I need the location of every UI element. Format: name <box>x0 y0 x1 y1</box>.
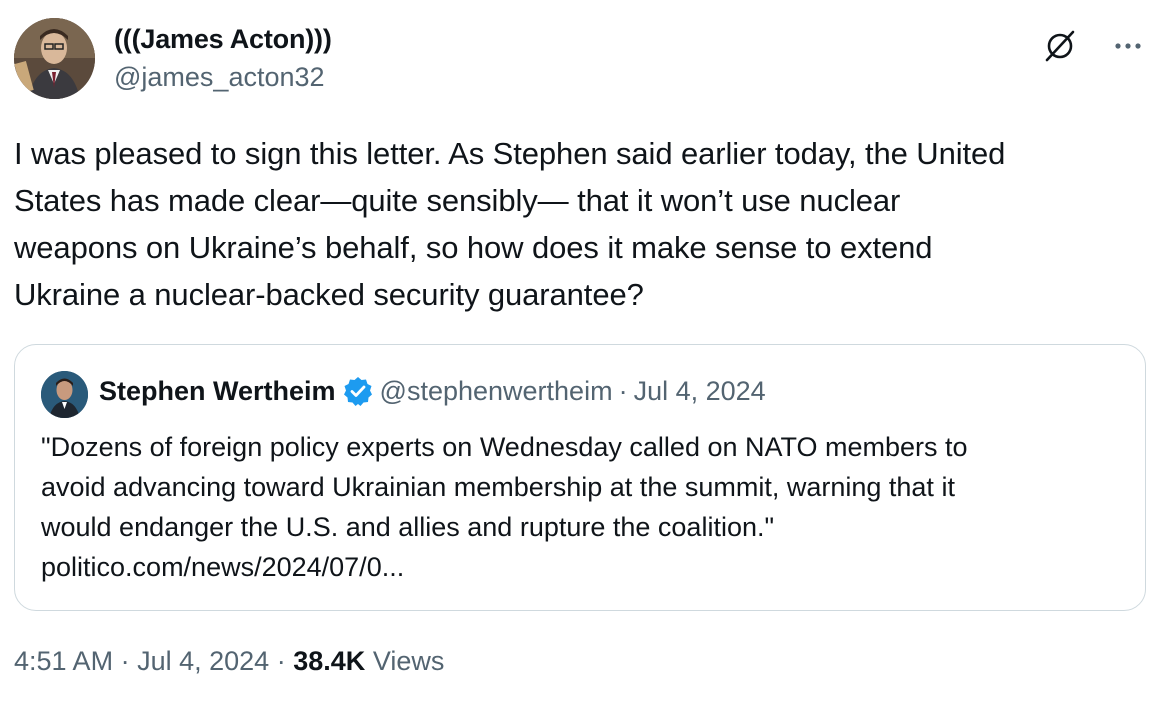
quoted-avatar-image <box>41 371 88 418</box>
verified-badge-icon <box>342 375 374 407</box>
avatar-image <box>14 18 95 99</box>
quoted-author-handle[interactable]: @stephenwertheim <box>380 376 613 407</box>
quoted-text-line: avoid advancing toward Ukrainian members… <box>41 472 955 502</box>
quoted-tweet-card[interactable]: Stephen Wertheim @stephenwertheim · Jul … <box>14 344 1146 611</box>
tweet-footer: 4:51 AM · Jul 4, 2024 · 38.4K Views <box>14 646 444 677</box>
quoted-author-name[interactable]: Stephen Wertheim <box>99 376 336 407</box>
tweet-time[interactable]: 4:51 AM <box>14 646 113 676</box>
author-avatar[interactable] <box>14 18 95 99</box>
views-count[interactable]: 38.4K <box>293 646 365 676</box>
footer-separator: · <box>120 646 130 676</box>
quoted-separator: · <box>618 375 628 406</box>
tweet-text-line: weapons on Ukraine’s behalf, so how does… <box>14 230 933 265</box>
quoted-tweet-header: Stephen Wertheim @stephenwertheim · Jul … <box>99 375 766 407</box>
footer-separator: · <box>276 646 286 676</box>
tweet-text-line: I was pleased to sign this letter. As St… <box>14 136 1006 171</box>
tweet-text: I was pleased to sign this letter. As St… <box>14 130 1154 318</box>
quoted-author-avatar[interactable] <box>41 371 88 418</box>
tweet-text-line: Ukraine a nuclear-backed security guaran… <box>14 277 644 312</box>
tweet-text-line: States has made clear—quite sensibly— th… <box>14 183 901 218</box>
tweet: (((James Acton))) @james_acton32 I was p… <box>0 0 1164 702</box>
quoted-text-line: "Dozens of foreign policy experts on Wed… <box>41 432 968 462</box>
grok-icon[interactable] <box>1042 28 1078 64</box>
quoted-link[interactable]: politico.com/news/2024/07/0... <box>41 547 1131 587</box>
more-dots-icon[interactable] <box>1110 28 1146 64</box>
quoted-text-line: would endanger the U.S. and allies and r… <box>41 512 775 542</box>
views-label[interactable]: Views <box>373 646 445 676</box>
tweet-date[interactable]: Jul 4, 2024 <box>137 646 269 676</box>
quoted-tweet-text: "Dozens of foreign policy experts on Wed… <box>41 427 1131 587</box>
tweet-header: (((James Acton))) @james_acton32 <box>14 18 1150 102</box>
quoted-date[interactable]: Jul 4, 2024 <box>634 376 766 407</box>
author-handle[interactable]: @james_acton32 <box>114 62 325 93</box>
author-name[interactable]: (((James Acton))) <box>114 24 332 55</box>
